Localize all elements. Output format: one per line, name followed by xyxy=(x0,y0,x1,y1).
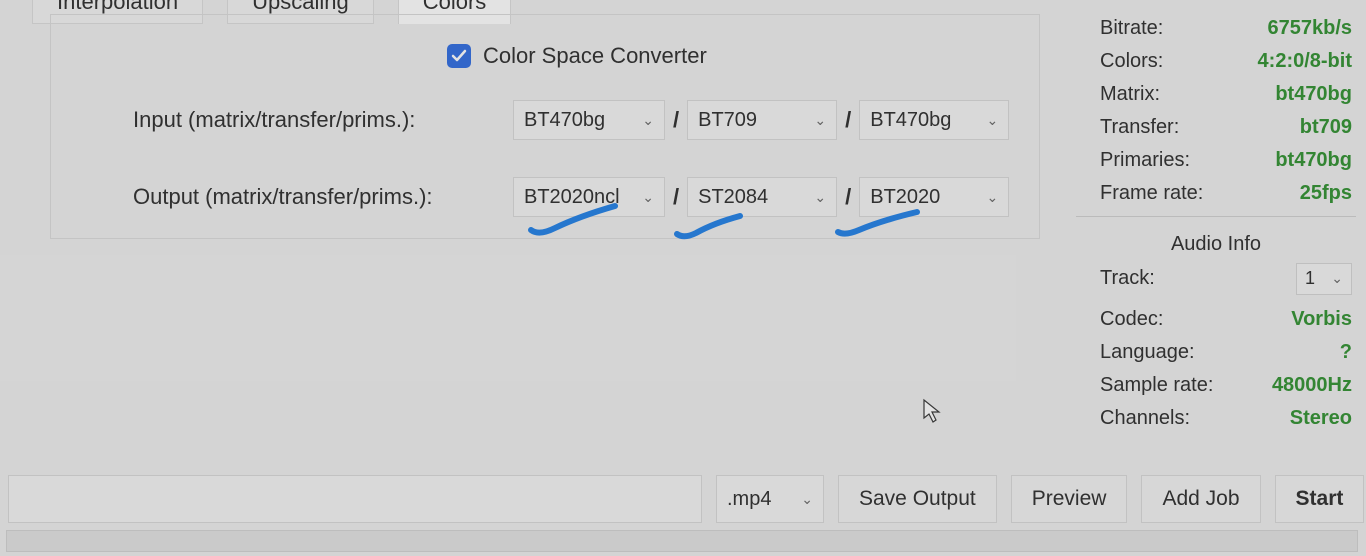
track-label: Track: xyxy=(1100,267,1155,290)
save-output-button[interactable]: Save Output xyxy=(838,475,997,523)
language-value: ? xyxy=(1340,341,1352,364)
output-transfer-select[interactable]: ST2084⌄ xyxy=(687,177,837,217)
chevron-down-icon: ⌄ xyxy=(642,112,654,129)
chevron-down-icon: ⌄ xyxy=(814,112,826,129)
primaries-label: Primaries: xyxy=(1100,149,1190,172)
samplerate-label: Sample rate: xyxy=(1100,374,1213,397)
bitrate-value: 6757kb/s xyxy=(1267,17,1352,40)
codec-value: Vorbis xyxy=(1291,308,1352,331)
input-transfer-select[interactable]: BT709⌄ xyxy=(687,100,837,140)
primaries-value: bt470bg xyxy=(1275,149,1352,172)
separator: / xyxy=(845,184,851,210)
channels-value: Stereo xyxy=(1290,407,1352,430)
colors-label: Colors: xyxy=(1100,50,1163,73)
start-button[interactable]: Start xyxy=(1275,475,1365,523)
status-bar xyxy=(6,530,1358,552)
bottom-bar: .mp4⌄ Save Output Preview Add Job Start xyxy=(0,473,1366,525)
chevron-down-icon: ⌄ xyxy=(814,189,826,206)
preview-button[interactable]: Preview xyxy=(1011,475,1128,523)
check-icon xyxy=(451,48,467,64)
chevron-down-icon: ⌄ xyxy=(987,112,999,129)
language-label: Language: xyxy=(1100,341,1195,364)
colors-panel: Color Space Converter Input (matrix/tran… xyxy=(50,14,1040,239)
framerate-label: Frame rate: xyxy=(1100,182,1203,205)
chevron-down-icon: ⌄ xyxy=(801,491,813,508)
color-space-converter-checkbox[interactable] xyxy=(447,44,471,68)
chevron-down-icon: ⌄ xyxy=(987,189,999,206)
color-space-converter-label: Color Space Converter xyxy=(483,43,707,69)
transfer-value: bt709 xyxy=(1300,116,1352,139)
codec-label: Codec: xyxy=(1100,308,1163,331)
samplerate-value: 48000Hz xyxy=(1272,374,1352,397)
bitrate-label: Bitrate: xyxy=(1100,17,1163,40)
separator: / xyxy=(673,184,679,210)
audio-info-heading: Audio Info xyxy=(1076,223,1356,262)
info-sidebar: Bitrate: 6757kb/s Colors: 4:2:0/8-bit Matr… xyxy=(1076,0,1356,435)
chevron-down-icon: ⌄ xyxy=(1331,270,1343,287)
matrix-value: bt470bg xyxy=(1275,83,1352,106)
audio-track-select[interactable]: 1⌄ xyxy=(1296,263,1352,295)
separator: / xyxy=(845,107,851,133)
output-extension-select[interactable]: .mp4⌄ xyxy=(716,475,824,523)
output-row-label: Output (matrix/transfer/prims.): xyxy=(133,184,513,210)
transfer-label: Transfer: xyxy=(1100,116,1179,139)
output-prims-select[interactable]: BT2020⌄ xyxy=(859,177,1009,217)
separator: / xyxy=(673,107,679,133)
input-row-label: Input (matrix/transfer/prims.): xyxy=(133,107,513,133)
channels-label: Channels: xyxy=(1100,407,1190,430)
chevron-down-icon: ⌄ xyxy=(642,189,654,206)
colors-value: 4:2:0/8-bit xyxy=(1258,50,1352,73)
input-matrix-select[interactable]: BT470bg⌄ xyxy=(513,100,665,140)
output-path-input[interactable] xyxy=(8,475,702,523)
add-job-button[interactable]: Add Job xyxy=(1141,475,1260,523)
matrix-label: Matrix: xyxy=(1100,83,1160,106)
output-matrix-select[interactable]: BT2020ncl⌄ xyxy=(513,177,665,217)
input-prims-select[interactable]: BT470bg⌄ xyxy=(859,100,1009,140)
framerate-value: 25fps xyxy=(1300,182,1352,205)
